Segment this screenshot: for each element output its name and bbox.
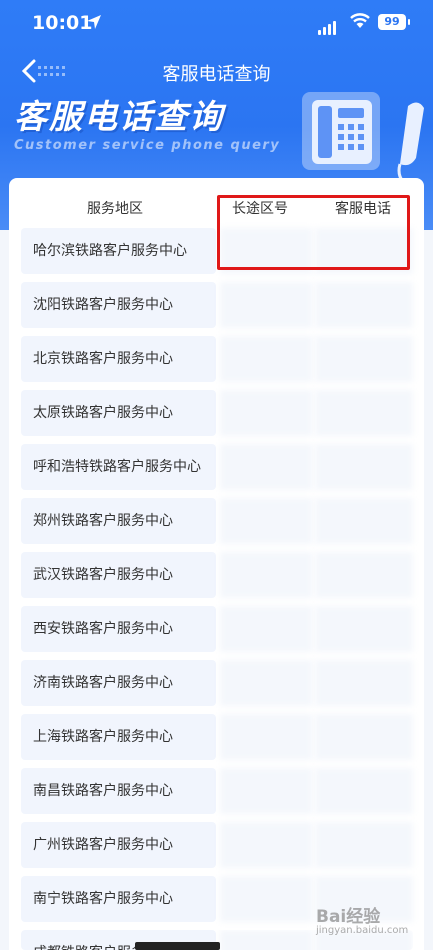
area-code-cell [220,660,312,706]
row-name: 呼和浩特铁路客户服务中心 [21,444,216,490]
area-code-cell [220,282,312,328]
area-code-cell [220,552,312,598]
area-code-cell [220,876,312,922]
table-row[interactable]: 沈阳铁路客户服务中心 [21,282,413,328]
telephone-icon [302,92,424,188]
phone-cell [315,336,413,382]
area-code-cell [220,768,312,814]
phone-cell [315,552,413,598]
row-name: 南昌铁路客户服务中心 [21,768,216,814]
row-name: 哈尔滨铁路客户服务中心 [21,228,216,274]
status-bar: 10:01 99 [0,0,433,48]
phone-cell [315,282,413,328]
location-arrow-icon [87,15,101,29]
row-name: 上海铁路客户服务中心 [21,714,216,760]
row-name: 济南铁路客户服务中心 [21,660,216,706]
overlay-bar [135,942,220,950]
row-name: 西安铁路客户服务中心 [21,606,216,652]
area-code-cell [220,498,312,544]
table-row[interactable]: 北京铁路客户服务中心 [21,336,413,382]
status-time: 10:01 [32,12,93,34]
phone-cell [315,822,413,868]
nav-title: 客服电话查询 [162,64,271,85]
table-row[interactable]: 南昌铁路客户服务中心 [21,768,413,814]
phone-cell [315,714,413,760]
signal-icon [318,16,338,35]
table-row[interactable]: 武汉铁路客户服务中心 [21,552,413,598]
area-code-cell [220,336,312,382]
row-name: 郑州铁路客户服务中心 [21,498,216,544]
table-row[interactable]: 呼和浩特铁路客户服务中心 [21,444,413,490]
area-code-cell [220,822,312,868]
highlight-annotation-box [217,195,410,270]
row-name: 太原铁路客户服务中心 [21,390,216,436]
phone-cell [315,768,413,814]
watermark: Bai经验 jingyan.baidu.com [316,902,408,936]
hero-title: 客服电话查询 [14,97,224,136]
area-code-cell [220,444,312,490]
battery-icon: 99 [378,14,410,30]
wifi-icon [350,13,370,28]
table-row[interactable]: 济南铁路客户服务中心 [21,660,413,706]
row-name: 广州铁路客户服务中心 [21,822,216,868]
phone-cell [315,498,413,544]
table-row[interactable]: 上海铁路客户服务中心 [21,714,413,760]
phone-cell [315,660,413,706]
row-name: 沈阳铁路客户服务中心 [21,282,216,328]
hero-subtitle: Customer service phone query [14,138,281,153]
table-row[interactable]: 广州铁路客户服务中心 [21,822,413,868]
phone-cell [315,444,413,490]
phone-cell [315,606,413,652]
table-row[interactable]: 郑州铁路客户服务中心 [21,498,413,544]
area-code-cell [220,930,312,950]
table-row[interactable]: 西安铁路客户服务中心 [21,606,413,652]
phone-cell [315,390,413,436]
header-service-area: 服务地区 [87,201,143,217]
area-code-cell [220,606,312,652]
area-code-cell [220,390,312,436]
watermark-text: Bai经验 [316,907,381,927]
watermark-url: jingyan.baidu.com [316,925,409,936]
row-name: 武汉铁路客户服务中心 [21,552,216,598]
phone-table-card: 服务地区 长途区号 客服电话 哈尔滨铁路客户服务中心 沈阳铁路客户服务中心 北京… [9,178,424,950]
table-row[interactable]: 太原铁路客户服务中心 [21,390,413,436]
area-code-cell [220,714,312,760]
row-name: 北京铁路客户服务中心 [21,336,216,382]
row-name: 南宁铁路客户服务中心 [21,876,216,922]
